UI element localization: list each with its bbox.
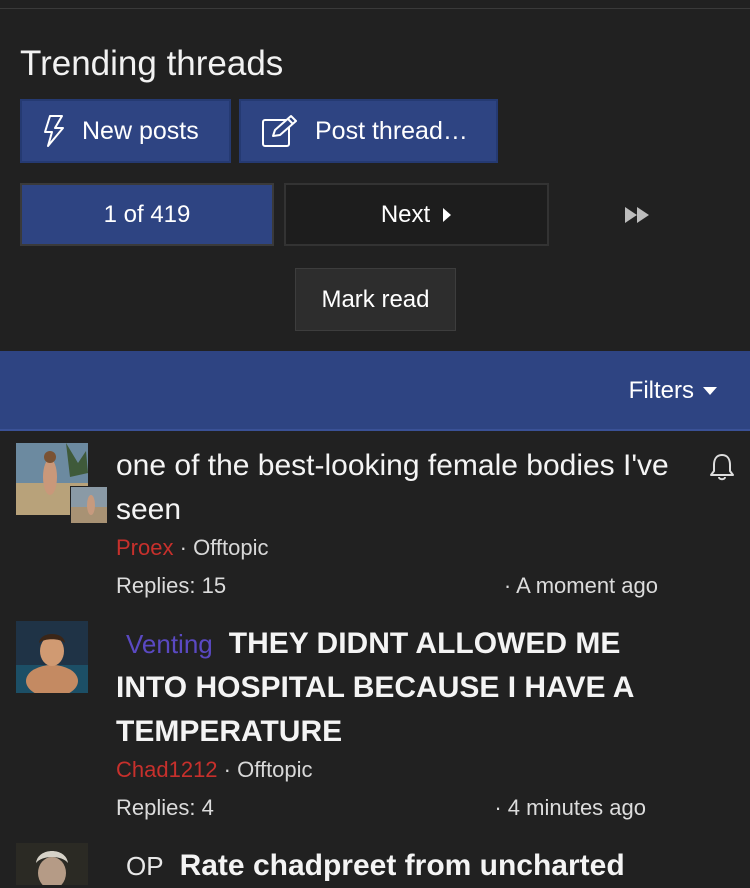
time-separator: · xyxy=(494,795,502,820)
page-title: Trending threads xyxy=(20,44,284,83)
page-indicator: 1 of 419 xyxy=(103,200,191,228)
caret-right-icon xyxy=(443,207,452,222)
thread-title-link[interactable]: Venting THEY DIDNT ALLOWED ME INTO HOSPIT… xyxy=(116,622,676,754)
author-link[interactable]: Chad1212 xyxy=(116,757,218,782)
next-label: Next xyxy=(380,200,431,228)
replies-count: Replies: 15 xyxy=(116,573,227,598)
mark-read-button[interactable]: Mark read xyxy=(295,268,456,331)
last-post-time[interactable]: A moment ago xyxy=(516,573,658,598)
avatar-image xyxy=(16,843,88,885)
thread-prefix-venting[interactable]: Venting xyxy=(126,629,213,659)
lightning-icon xyxy=(44,115,64,147)
new-posts-label: New posts xyxy=(82,116,199,145)
page-current-button[interactable]: 1 of 419 xyxy=(20,183,274,246)
avatar-small-image xyxy=(71,487,107,523)
meta-separator: · xyxy=(223,757,231,782)
meta-separator: · xyxy=(179,535,187,560)
bell-icon[interactable] xyxy=(708,452,736,482)
new-posts-button[interactable]: New posts xyxy=(20,99,231,163)
replies-count: Replies: 4 xyxy=(116,795,214,820)
post-thread-button[interactable]: Post thread… xyxy=(239,99,498,163)
caret-down-icon xyxy=(703,387,717,395)
mark-read-label: Mark read xyxy=(321,285,430,313)
fast-forward-icon xyxy=(625,207,649,223)
forum-link[interactable]: Offtopic xyxy=(237,757,312,782)
next-page-button[interactable]: Next xyxy=(284,183,549,246)
thread-meta: Proex · Offtopic xyxy=(116,535,268,561)
avatar[interactable] xyxy=(16,843,88,885)
time-separator: · xyxy=(503,573,512,598)
edit-icon xyxy=(262,115,297,147)
avatar[interactable] xyxy=(16,621,88,693)
thread-prefix-op[interactable]: OP xyxy=(126,851,164,881)
forum-link[interactable]: Offtopic xyxy=(193,535,268,560)
filters-label: Filters xyxy=(628,377,694,404)
post-thread-label: Post thread… xyxy=(315,116,468,145)
last-post-time-group: · A moment ago xyxy=(504,573,658,599)
last-post-time[interactable]: 4 minutes ago xyxy=(508,795,646,820)
last-post-time-group: · 4 minutes ago xyxy=(494,795,646,821)
filter-bar: Filters xyxy=(0,351,750,431)
top-divider xyxy=(0,8,750,9)
thread-stats: Replies: 4 · 4 minutes ago xyxy=(116,795,646,821)
thread-stats: Replies: 15 · A moment ago xyxy=(116,573,658,599)
thread-meta: Chad1212 · Offtopic xyxy=(116,757,313,783)
filters-dropdown[interactable]: Filters xyxy=(629,377,718,405)
author-link[interactable]: Proex xyxy=(116,535,173,560)
thread-title-link[interactable]: OP Rate chadpreet from uncharted xyxy=(116,844,676,888)
thread-title-link[interactable]: one of the best-looking female bodies I'… xyxy=(116,444,676,532)
last-page-button[interactable] xyxy=(618,200,658,230)
avatar-image xyxy=(16,621,88,693)
avatar-small[interactable] xyxy=(70,486,108,524)
thread-title-text[interactable]: Rate chadpreet from uncharted xyxy=(180,849,625,882)
